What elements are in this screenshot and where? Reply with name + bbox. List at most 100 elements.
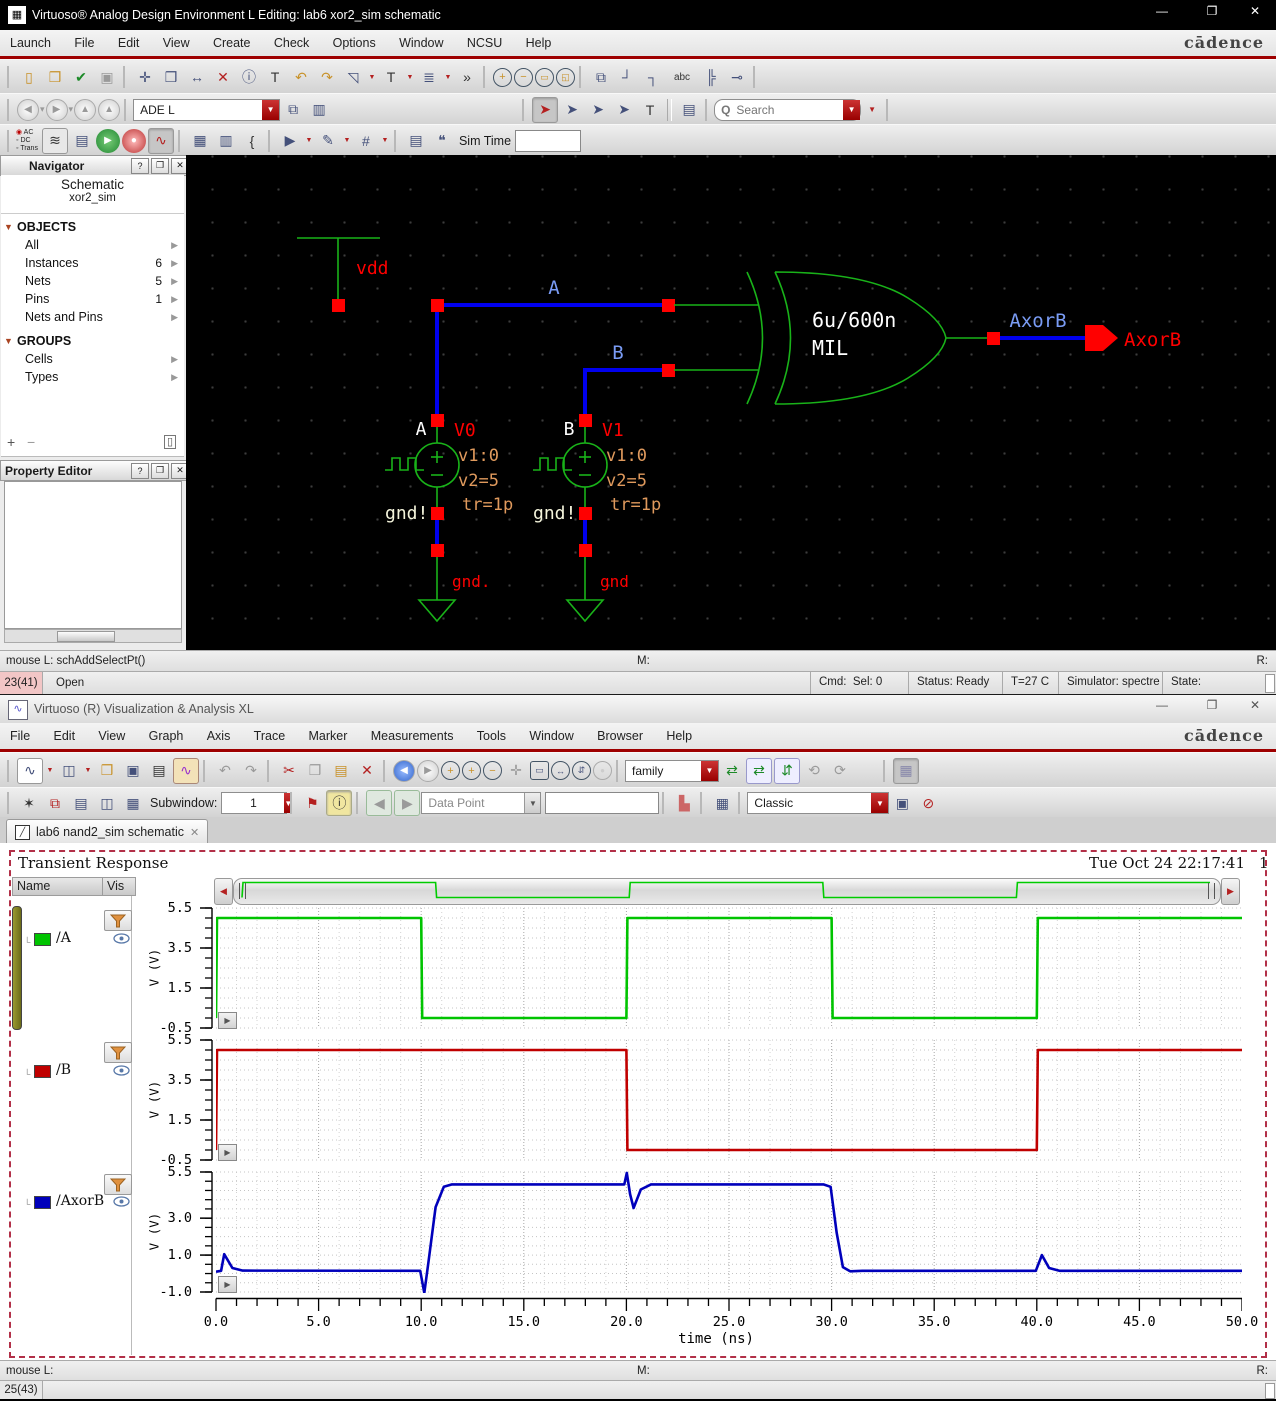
text-style-icon[interactable]: T <box>379 65 403 89</box>
radio-ac[interactable]: ◉ AC <box>16 129 38 137</box>
datapoint-dropdown-icon[interactable]: ▼ <box>524 793 541 813</box>
grid-layout-icon[interactable]: ▦ <box>121 791 145 815</box>
vdd-rail[interactable]: vdd <box>297 237 389 312</box>
menu-edit[interactable]: Edit <box>44 723 86 749</box>
subwindow-combo[interactable]: 1 ▼ <box>221 792 293 814</box>
delete-icon[interactable]: ✕ <box>211 65 235 89</box>
text-dropdown-icon[interactable]: ▼ <box>405 67 415 87</box>
strip-axorb-expand-button[interactable]: ▶ <box>218 1276 237 1293</box>
label-balloon-icon[interactable]: ⓘ <box>326 790 353 816</box>
overview-slider[interactable] <box>233 878 1221 905</box>
signal-b-name[interactable]: /B <box>56 1062 71 1078</box>
signal-a-filter-button[interactable] <box>104 910 132 931</box>
cut-icon[interactable]: ✂ <box>277 759 301 783</box>
output-pin-arrow[interactable] <box>1085 325 1118 351</box>
plot-results-icon[interactable]: ∿ <box>147 127 174 154</box>
menu-help[interactable]: Help <box>656 723 702 749</box>
snapshot-icon[interactable]: ∿ <box>173 757 199 784</box>
tree-item-pins[interactable]: Pins 1 ▶ <box>1 290 184 308</box>
zoom-x-icon[interactable]: ↔ <box>551 761 570 780</box>
v1-prop-tr[interactable]: tr=1p <box>610 495 661 515</box>
signal-axorb-visibility-icon[interactable] <box>113 1196 130 1207</box>
select-filter-icon[interactable]: ➤ <box>560 98 584 122</box>
prev-point-icon[interactable]: ◀ <box>366 790 393 816</box>
menu-view[interactable]: View <box>153 30 200 56</box>
expand-arrow-icon[interactable]: ▶ <box>171 272 178 290</box>
menu-graph[interactable]: Graph <box>139 723 194 749</box>
search-input[interactable] <box>730 102 844 117</box>
xor-gate[interactable]: 6u/600n MIL <box>674 271 987 405</box>
expand-arrow-icon[interactable]: ▶ <box>171 254 178 272</box>
histogram-icon[interactable]: ▙ <box>672 791 696 815</box>
vertical-split-icon[interactable]: ◫ <box>95 791 119 815</box>
net-a-label[interactable]: A <box>548 277 560 299</box>
gnd-symbol[interactable] <box>565 599 605 623</box>
net-b-wire[interactable]: B <box>579 342 675 427</box>
display-options-icon[interactable]: ▥ <box>307 98 331 122</box>
menu-options[interactable]: Options <box>323 30 386 56</box>
tree-item-instances[interactable]: Instances 6 ▶ <box>1 254 184 272</box>
save-icon[interactable]: ▣ <box>95 65 119 89</box>
menu-browser[interactable]: Browser <box>587 723 653 749</box>
window-layout-dropdown-icon[interactable]: ▼ <box>83 761 93 781</box>
expand-arrow-icon[interactable]: ▶ <box>171 290 178 308</box>
schematic-canvas[interactable]: vdd A B 6u/600n MIL AxorB AxorB A V0 v1:… <box>186 155 1276 650</box>
zoom-out-2x-icon[interactable]: − <box>483 761 502 780</box>
search-box[interactable]: Q ▼ <box>714 98 862 121</box>
strip-a-expand-button[interactable]: ▶ <box>218 1012 237 1029</box>
vdd-label[interactable]: vdd <box>356 258 389 279</box>
delete-style-icon[interactable]: ⊘ <box>916 791 940 815</box>
toolbar-overflow-icon[interactable]: » <box>455 65 479 89</box>
select-mode-icon[interactable]: ➤ <box>532 96 559 123</box>
stop-simulation-icon[interactable]: ● <box>121 128 146 153</box>
v1-source[interactable]: B V1 v1:0 v2=5 tr=1p gnd! gnd <box>533 419 661 623</box>
nav-forward-dropdown-icon[interactable]: ▾ <box>69 104 74 115</box>
gate-model-label[interactable]: MIL <box>812 336 848 360</box>
menu-file[interactable]: File <box>64 30 104 56</box>
family-dropdown-icon[interactable]: ▼ <box>701 760 718 781</box>
netlist-run-dropdown-icon[interactable]: ▼ <box>304 131 314 151</box>
vdd-pin-square[interactable] <box>332 299 345 312</box>
open-graph-icon[interactable]: ❒ <box>95 759 119 783</box>
status-scroll-nub[interactable] <box>1265 674 1275 693</box>
overview-scroll-right-button[interactable]: ▶ <box>1221 878 1240 905</box>
navigator-help-icon[interactable]: ? <box>131 157 149 174</box>
tab-close-icon[interactable]: ✕ <box>190 826 199 839</box>
tree-item-all[interactable]: All ▶ <box>1 236 184 254</box>
undo-icon[interactable]: ↶ <box>289 65 313 89</box>
tree-item-cells[interactable]: Cells ▶ <box>1 350 184 368</box>
trace-vs-icon[interactable]: ⇄ <box>746 757 772 784</box>
trace-add-icon[interactable]: ⟲ <box>802 759 826 783</box>
netlist-icon[interactable]: ▤ <box>70 129 94 153</box>
zoom-next-icon[interactable]: ▶ <box>417 759 439 782</box>
descend-icon[interactable]: ⧉ <box>589 65 613 89</box>
property-editor-help-icon[interactable]: ? <box>131 462 149 479</box>
tree-item-types[interactable]: Types ▶ <box>1 368 184 386</box>
copy-icon[interactable]: ❒ <box>303 759 327 783</box>
panel-toggle-icon[interactable]: ▯ <box>164 435 176 449</box>
v0-name[interactable]: V0 <box>454 420 476 441</box>
expand-arrow-icon[interactable]: ▶ <box>171 308 178 326</box>
signal-axorb-filter-button[interactable] <box>104 1174 132 1195</box>
horizontal-strips-icon[interactable]: ▤ <box>69 791 93 815</box>
zoom-selected-icon[interactable]: ◱ <box>556 67 575 87</box>
nav-back-icon[interactable]: ◀ <box>17 98 39 121</box>
next-point-icon[interactable]: ▶ <box>394 790 421 816</box>
menu-window[interactable]: Window <box>389 30 453 56</box>
v0-prop-v2[interactable]: v2=5 <box>458 471 499 491</box>
signal-b-visibility-icon[interactable] <box>113 1065 130 1076</box>
menu-ncsu[interactable]: NCSU <box>457 30 512 56</box>
edit-file-icon[interactable]: ✎ <box>316 129 340 153</box>
print-icon[interactable]: ▤ <box>147 759 171 783</box>
ade-mode-dropdown-icon[interactable]: ▼ <box>262 99 280 120</box>
zoom-out-icon[interactable]: − <box>514 67 533 87</box>
menu-launch[interactable]: Launch <box>0 30 61 56</box>
wizard-icon[interactable]: ✶ <box>17 791 41 815</box>
signal-a-name[interactable]: /A <box>56 930 71 946</box>
gnd-symbol[interactable] <box>417 599 457 623</box>
signal-list-name-header[interactable]: Name <box>12 877 107 896</box>
ade-maximize-button[interactable]: ❐ <box>1195 4 1229 18</box>
net-b-label[interactable]: B <box>612 342 623 364</box>
add-filter-icon[interactable]: + <box>7 434 15 450</box>
redo-icon[interactable]: ↷ <box>239 759 263 783</box>
